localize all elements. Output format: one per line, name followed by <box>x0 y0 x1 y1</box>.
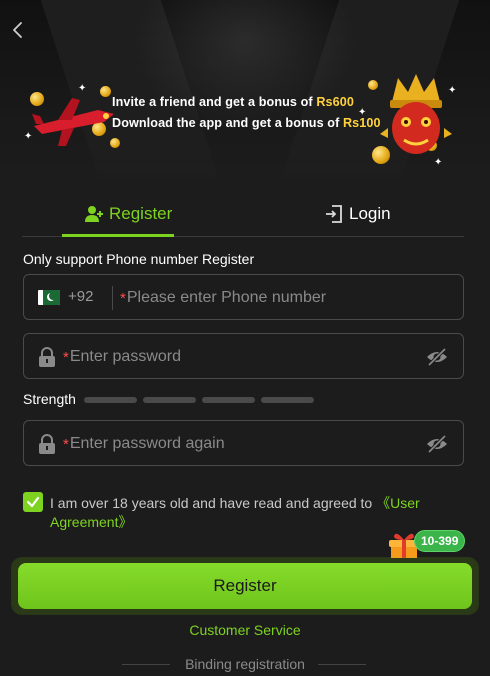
promo-banner: ✦ ✦ ✦ ✦ ✦ Invite a friend and get a bonu… <box>0 0 490 180</box>
divider-line <box>318 664 366 665</box>
checkmark-icon <box>26 496 40 508</box>
agreement-checkbox[interactable] <box>23 492 43 512</box>
password-field[interactable]: * <box>23 333 464 379</box>
eye-off-icon[interactable] <box>425 434 449 454</box>
red-plane-icon <box>32 98 114 146</box>
field-divider <box>112 286 113 310</box>
password-input[interactable] <box>69 348 370 366</box>
lock-icon <box>39 347 55 367</box>
lock-icon <box>39 434 55 454</box>
strength-label: Strength <box>23 391 76 407</box>
required-mark: * <box>63 435 69 453</box>
promo-text: Invite a friend and get a bonus of Rs600… <box>112 92 382 134</box>
confirm-password-input[interactable] <box>69 435 370 453</box>
register-button[interactable]: Register <box>18 563 472 609</box>
pakistan-flag-icon <box>38 290 60 305</box>
eye-off-icon[interactable] <box>425 347 449 367</box>
auth-tabs: Register Login <box>22 192 464 237</box>
tab-login[interactable]: Login <box>324 192 391 236</box>
strength-segment <box>143 397 196 403</box>
agreement-text: I am over 18 years old and have read and… <box>50 494 460 532</box>
tab-register[interactable]: Register <box>84 192 172 236</box>
phone-input[interactable] <box>126 289 427 307</box>
strength-segment <box>202 397 255 403</box>
add-user-icon <box>85 206 103 222</box>
gift-amount-badge[interactable]: 10-399 <box>414 530 466 552</box>
required-mark: * <box>120 289 126 307</box>
phone-field[interactable]: +92 * <box>23 274 464 320</box>
register-button-frame: Register <box>12 558 478 614</box>
register-page: ✦ ✦ ✦ ✦ ✦ Invite a friend and get a bonu… <box>0 0 490 676</box>
promo-download-amount: Rs100 <box>342 116 381 130</box>
golden-mascot-icon <box>380 74 452 154</box>
promo-line-download: Download the app and get a bonus of Rs10… <box>112 113 382 134</box>
binding-registration-label: Binding registration <box>185 656 305 672</box>
chevron-left-icon <box>13 22 22 38</box>
tab-register-label: Register <box>109 204 173 223</box>
login-door-icon <box>326 205 342 223</box>
strength-segment <box>84 397 137 403</box>
promo-download-text: Download the app and get a bonus of <box>112 116 343 130</box>
agreement-statement: I am over 18 years old and have read and… <box>50 495 377 511</box>
confirm-password-field[interactable]: * <box>23 420 464 466</box>
active-tab-indicator <box>62 234 174 237</box>
country-code[interactable]: +92 <box>68 288 93 305</box>
register-notice: Only support Phone number Register <box>23 251 255 267</box>
tab-login-label: Login <box>349 204 391 223</box>
customer-service-link[interactable]: Customer Service <box>0 622 490 638</box>
strength-segment <box>261 397 314 403</box>
promo-invite-text: Invite a friend and get a bonus of <box>112 95 317 109</box>
promo-line-invite: Invite a friend and get a bonus of Rs600 <box>112 92 382 113</box>
back-button[interactable] <box>6 18 30 42</box>
promo-invite-amount: Rs600 <box>316 95 354 109</box>
required-mark: * <box>63 348 69 366</box>
